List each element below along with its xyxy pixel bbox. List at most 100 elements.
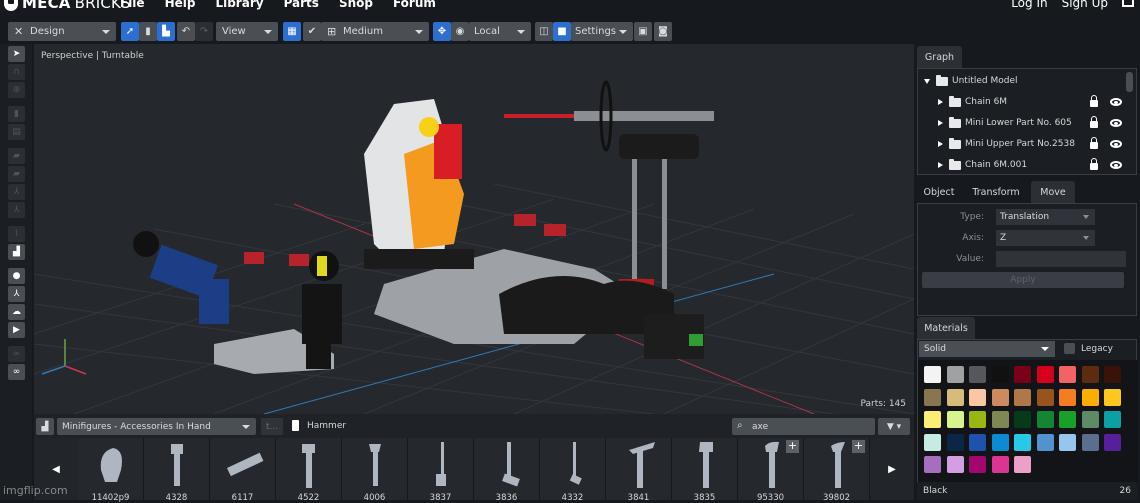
color-swatch[interactable] bbox=[1059, 411, 1076, 428]
color-swatch[interactable] bbox=[1059, 434, 1076, 451]
color-swatch[interactable] bbox=[992, 389, 1009, 406]
eye-icon[interactable] bbox=[1110, 161, 1122, 169]
snap-check-button[interactable]: ✔ bbox=[303, 22, 321, 41]
add-variant-button[interactable]: + bbox=[786, 440, 799, 453]
video-tool[interactable]: ▶ bbox=[8, 322, 25, 338]
magnet-tool[interactable]: ∩ bbox=[8, 64, 25, 80]
color-swatch[interactable] bbox=[924, 366, 941, 383]
color-swatch[interactable] bbox=[947, 456, 964, 473]
color-swatch[interactable] bbox=[992, 411, 1009, 428]
color-swatch[interactable] bbox=[1037, 389, 1054, 406]
axis-tool-1[interactable]: ⅄ bbox=[8, 184, 25, 200]
parent-category-button[interactable]: t... bbox=[261, 418, 283, 435]
part-tile[interactable]: 3841 bbox=[606, 438, 672, 500]
category-icon-button[interactable]: ▟ bbox=[36, 418, 54, 435]
expand-icon[interactable] bbox=[938, 99, 943, 105]
color-swatch[interactable] bbox=[969, 411, 986, 428]
select-tool[interactable]: ➤ bbox=[8, 46, 25, 62]
tab-graph[interactable]: Graph bbox=[917, 46, 962, 68]
graph-scrollbar[interactable] bbox=[1126, 72, 1133, 92]
eye-icon[interactable] bbox=[1110, 140, 1122, 148]
color-swatch[interactable] bbox=[969, 366, 986, 383]
filter-button[interactable]: ▼ ▾ bbox=[878, 418, 910, 435]
part-tile[interactable]: 3835 bbox=[672, 438, 738, 500]
lock-icon[interactable] bbox=[1090, 100, 1098, 107]
nav-library[interactable]: Library bbox=[215, 0, 263, 10]
expand-icon[interactable] bbox=[938, 141, 943, 147]
target-tool[interactable]: ⊕ bbox=[8, 82, 25, 98]
color-swatch[interactable] bbox=[1014, 366, 1031, 383]
quality-select[interactable]: ⊞ Medium bbox=[321, 22, 429, 41]
axis-select[interactable]: Z bbox=[996, 230, 1095, 246]
add-variant-button[interactable]: + bbox=[852, 440, 865, 453]
part-tile[interactable]: 4332 bbox=[540, 438, 606, 500]
tree-item[interactable]: Mini Lower Part No. 605 bbox=[918, 113, 1128, 133]
copy-bricks-button[interactable]: ▮ bbox=[139, 22, 157, 41]
screenshot-button[interactable]: ◙ bbox=[654, 22, 672, 41]
tree-root[interactable]: Untitled Model bbox=[918, 71, 1128, 91]
color-swatch[interactable] bbox=[992, 434, 1009, 451]
color-swatch[interactable] bbox=[1104, 411, 1121, 428]
color-swatch[interactable] bbox=[1082, 389, 1099, 406]
tab-materials[interactable]: Materials bbox=[917, 317, 975, 339]
lock-icon[interactable] bbox=[1090, 142, 1098, 149]
folder-in-tool[interactable]: ▰ bbox=[8, 148, 25, 164]
3d-viewport[interactable]: Perspective | Turntable Parts: 145 bbox=[34, 44, 914, 414]
color-swatch[interactable] bbox=[947, 411, 964, 428]
tree-item[interactable]: Chain 6M bbox=[918, 92, 1128, 112]
color-swatch[interactable] bbox=[1037, 366, 1054, 383]
part-tile[interactable]: 4328 bbox=[144, 438, 210, 500]
scroll-right-button[interactable]: ▶ bbox=[870, 438, 914, 500]
expand-icon[interactable] bbox=[938, 120, 943, 126]
glasses-tool-2[interactable]: ∞ bbox=[8, 364, 25, 380]
color-swatch[interactable] bbox=[924, 434, 941, 451]
color-swatch[interactable] bbox=[947, 389, 964, 406]
finish-select[interactable]: Solid bbox=[919, 341, 1055, 357]
color-swatch[interactable] bbox=[1104, 389, 1121, 406]
add-brick-button[interactable]: ➚ bbox=[121, 22, 139, 41]
color-swatch[interactable] bbox=[1014, 434, 1031, 451]
lock-icon[interactable] bbox=[1090, 163, 1098, 170]
fullscreen-icon[interactable] bbox=[1122, 0, 1134, 7]
glasses-tool-1[interactable]: ∞ bbox=[8, 346, 25, 362]
tree-item[interactable]: Chain 6M.001 bbox=[918, 155, 1128, 175]
color-swatch[interactable] bbox=[969, 389, 986, 406]
color-swatch[interactable] bbox=[1014, 389, 1031, 406]
undo-button[interactable]: ↶ bbox=[177, 22, 195, 41]
center-button[interactable]: ◉ bbox=[451, 22, 469, 41]
signup-link[interactable]: Sign Up bbox=[1062, 0, 1108, 10]
box-outline-button[interactable]: ◫ bbox=[535, 22, 553, 41]
box-solid-button[interactable]: ■ bbox=[553, 22, 571, 41]
paste-bricks-button[interactable]: ▙ bbox=[157, 22, 175, 41]
axis-tool-2[interactable]: ⅄ bbox=[8, 202, 25, 218]
grid-toggle-button[interactable]: ▦ bbox=[283, 22, 301, 41]
signal-tool[interactable]: ▟ bbox=[8, 244, 25, 260]
tab-object[interactable]: Object bbox=[917, 181, 961, 203]
part-tile[interactable]: 6117 bbox=[210, 438, 276, 500]
expand-icon[interactable] bbox=[924, 79, 930, 84]
part-tile[interactable]: 39802+ bbox=[804, 438, 870, 500]
tab-move[interactable]: Move bbox=[1031, 181, 1075, 203]
settings-select[interactable]: Settings bbox=[571, 22, 633, 41]
tree-item[interactable]: Mini Upper Part No.2538 bbox=[918, 134, 1128, 154]
save-button[interactable]: ▣ bbox=[634, 22, 652, 41]
nav-shop[interactable]: Shop bbox=[339, 0, 373, 10]
color-swatch[interactable] bbox=[1082, 366, 1099, 383]
space-select[interactable]: Local bbox=[469, 22, 531, 41]
part-tile[interactable]: 3837 bbox=[408, 438, 474, 500]
pivot-button[interactable]: ✥ bbox=[433, 22, 451, 41]
part-tile[interactable]: 4006 bbox=[342, 438, 408, 500]
brand-logo[interactable]: MECABRICKS bbox=[4, 0, 131, 12]
color-swatch[interactable] bbox=[1014, 456, 1031, 473]
light-tool[interactable]: ● bbox=[8, 268, 25, 284]
color-swatch[interactable] bbox=[1037, 434, 1054, 451]
part-tile[interactable]: 4522 bbox=[276, 438, 342, 500]
redo-button[interactable]: ↷ bbox=[195, 22, 213, 41]
apply-button[interactable]: Apply bbox=[922, 272, 1124, 288]
nav-parts[interactable]: Parts bbox=[284, 0, 319, 10]
color-swatch[interactable] bbox=[1082, 411, 1099, 428]
color-swatch[interactable] bbox=[924, 456, 941, 473]
tab-transform[interactable]: Transform bbox=[965, 181, 1027, 203]
mode-select[interactable]: ✕ Design bbox=[8, 22, 116, 41]
color-swatch[interactable] bbox=[1059, 389, 1076, 406]
